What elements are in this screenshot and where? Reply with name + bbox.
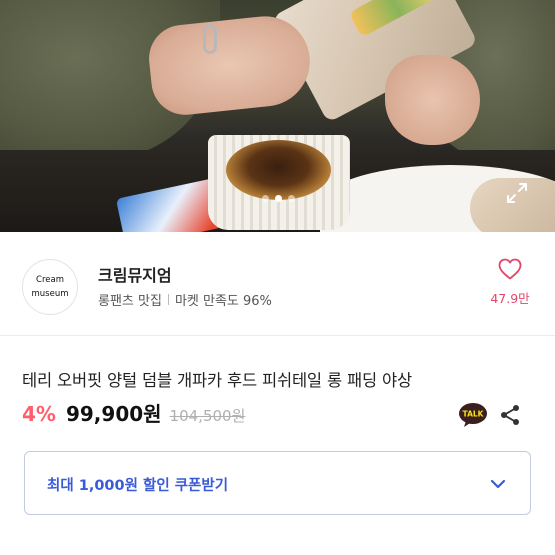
shop-meta: 롱팬츠 맛집 마켓 만족도 96% <box>98 290 272 309</box>
carousel-dot[interactable] <box>288 195 295 202</box>
sale-price: 99,900원 <box>65 402 162 426</box>
shop-like-button[interactable]: 47.9만 <box>480 258 540 307</box>
photo-egg-tart <box>226 140 331 200</box>
carousel-dot-active[interactable] <box>275 195 282 202</box>
shop-logo[interactable]: Cream museum <box>22 259 78 315</box>
shop-logo-line2: museum <box>31 289 69 299</box>
share-icon[interactable] <box>499 404 521 426</box>
original-price: 104,500원 <box>169 407 246 425</box>
photo-ring <box>203 24 217 54</box>
discount-rate: 4% <box>22 402 56 426</box>
product-image-carousel[interactable] <box>0 0 555 232</box>
photo-hand-left <box>145 11 315 119</box>
carousel-indicator <box>262 195 295 202</box>
chevron-down-icon <box>490 479 506 489</box>
svg-text:TALK: TALK <box>463 410 485 419</box>
like-count: 47.9만 <box>490 291 530 306</box>
kakaotalk-share-icon[interactable]: TALK <box>458 402 488 428</box>
photo-hand-right <box>385 55 480 145</box>
shop-info[interactable]: Cream museum 크림뮤지엄 롱팬츠 맛집 마켓 만족도 96% 47.… <box>0 232 555 336</box>
carousel-dot[interactable] <box>262 195 269 202</box>
shop-logo-line1: Cream <box>36 275 64 285</box>
coupon-button[interactable]: 최대 1,000원 할인 쿠폰받기 <box>24 451 531 515</box>
shop-satisfaction: 마켓 만족도 96% <box>174 294 272 309</box>
expand-icon[interactable] <box>505 181 529 205</box>
shop-tagline: 롱팬츠 맛집 <box>98 294 162 309</box>
product-title: 테리 오버핏 양털 덤블 개파카 후드 피쉬테일 롱 패딩 야상 <box>22 371 412 390</box>
heart-icon[interactable] <box>498 258 522 280</box>
shop-name[interactable]: 크림뮤지엄 <box>98 262 172 286</box>
divider <box>167 294 169 305</box>
coupon-label: 최대 1,000원 할인 쿠폰받기 <box>47 478 229 494</box>
price-row: 4% 99,900원 104,500원 <box>22 398 245 430</box>
